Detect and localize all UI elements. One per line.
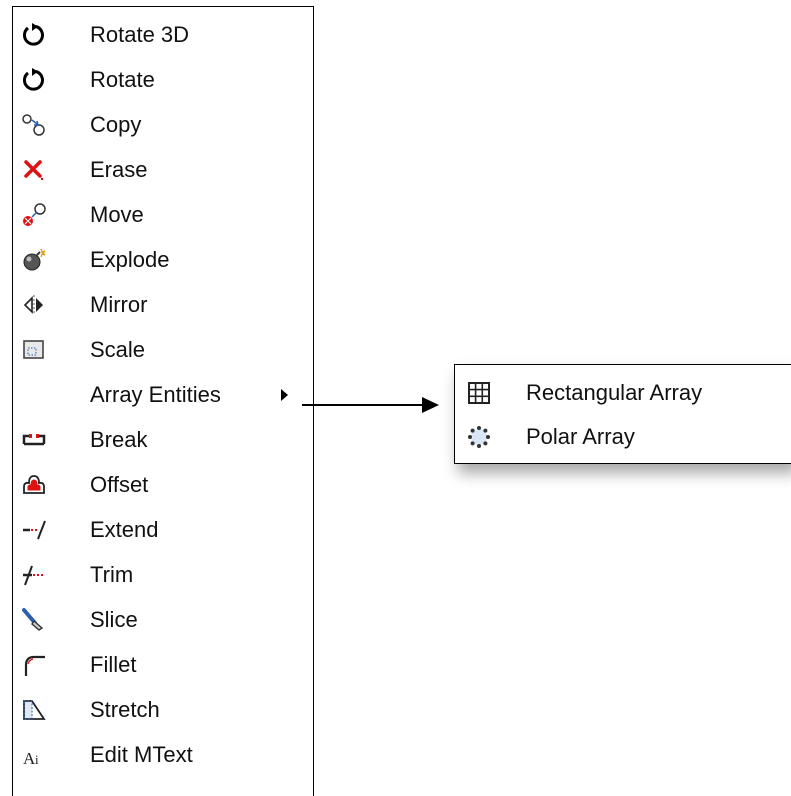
menu-item-rotate[interactable]: Rotate bbox=[13, 58, 313, 102]
menu-item-label: Edit MText bbox=[90, 742, 193, 767]
menu-item-copy[interactable]: Copy bbox=[13, 103, 313, 147]
submenu-item-rectangular-array[interactable]: Rectangular Array bbox=[455, 371, 791, 415]
menu-item-label: Erase bbox=[90, 157, 148, 182]
mirror-icon bbox=[21, 292, 47, 318]
menu-item-label: Break bbox=[90, 427, 148, 452]
menu-item-slice[interactable]: Slice bbox=[13, 598, 313, 642]
edit-mtext-icon: Ai bbox=[21, 742, 47, 768]
menu-item-label: Trim bbox=[90, 562, 134, 587]
menu-item-label: Rotate bbox=[90, 67, 155, 92]
menu-item-break[interactable]: Break bbox=[13, 418, 313, 462]
move-icon bbox=[21, 202, 47, 228]
menu-item-trim[interactable]: Trim bbox=[13, 553, 313, 597]
menu-item-erase[interactable]: Erase bbox=[13, 148, 313, 192]
menu-item-scale[interactable]: Scale bbox=[13, 328, 313, 372]
menu-item-label: Rotate 3D bbox=[90, 22, 190, 47]
menu-item-label: Copy bbox=[90, 112, 142, 137]
menu-item-offset[interactable]: Offset bbox=[13, 463, 313, 507]
menu-item-label: Extend bbox=[90, 517, 159, 542]
menu-item-mirror[interactable]: Mirror bbox=[13, 283, 313, 327]
context-menu: Rotate 3D Rotate Copy Erase Move Explode bbox=[12, 6, 314, 796]
submenu-item-polar-array[interactable]: Polar Array bbox=[455, 415, 791, 459]
break-icon bbox=[21, 427, 47, 453]
menu-item-label: Offset bbox=[90, 472, 149, 497]
menu-item-label: Scale bbox=[90, 337, 146, 362]
menu-item-rotate-3d[interactable]: Rotate 3D bbox=[13, 13, 313, 57]
explode-icon bbox=[21, 247, 47, 273]
fillet-icon bbox=[21, 652, 47, 678]
submenu-connector-line bbox=[302, 404, 424, 406]
submenu-item-label: Polar Array bbox=[526, 424, 635, 449]
menu-item-label: Move bbox=[90, 202, 144, 227]
svg-text:i: i bbox=[35, 752, 39, 767]
rotate-3d-icon bbox=[21, 22, 47, 48]
menu-item-extend[interactable]: Extend bbox=[13, 508, 313, 552]
polar-array-icon bbox=[467, 425, 491, 449]
submenu-connector-arrowhead bbox=[422, 397, 439, 413]
menu-item-stretch[interactable]: Stretch bbox=[13, 688, 313, 732]
menu-item-move[interactable]: Move bbox=[13, 193, 313, 237]
menu-item-label: Fillet bbox=[90, 652, 137, 677]
menu-item-label: Stretch bbox=[90, 697, 160, 722]
trim-icon bbox=[21, 562, 47, 588]
rectangular-array-icon bbox=[467, 381, 491, 405]
submenu-item-label: Rectangular Array bbox=[526, 380, 703, 405]
scale-icon bbox=[21, 337, 47, 363]
slice-icon bbox=[21, 607, 47, 633]
copy-icon bbox=[21, 112, 47, 138]
menu-item-explode[interactable]: Explode bbox=[13, 238, 313, 282]
menu-item-label: Array Entities bbox=[90, 382, 221, 407]
menu-item-label: Mirror bbox=[90, 292, 148, 317]
menu-item-label: Explode bbox=[90, 247, 170, 272]
rotate-icon bbox=[21, 67, 47, 93]
offset-icon bbox=[21, 472, 47, 498]
menu-item-fillet[interactable]: Fillet bbox=[13, 643, 313, 687]
menu-item-edit-mtext[interactable]: Ai Edit MText bbox=[13, 733, 313, 777]
array-entities-submenu: Rectangular Array Polar Array bbox=[454, 364, 791, 464]
extend-icon bbox=[21, 517, 47, 543]
stretch-icon bbox=[21, 697, 47, 723]
menu-item-array-entities[interactable]: Array Entities bbox=[13, 373, 313, 417]
menu-item-label: Slice bbox=[90, 607, 138, 632]
submenu-arrow-icon bbox=[281, 389, 288, 401]
erase-icon bbox=[21, 157, 47, 183]
